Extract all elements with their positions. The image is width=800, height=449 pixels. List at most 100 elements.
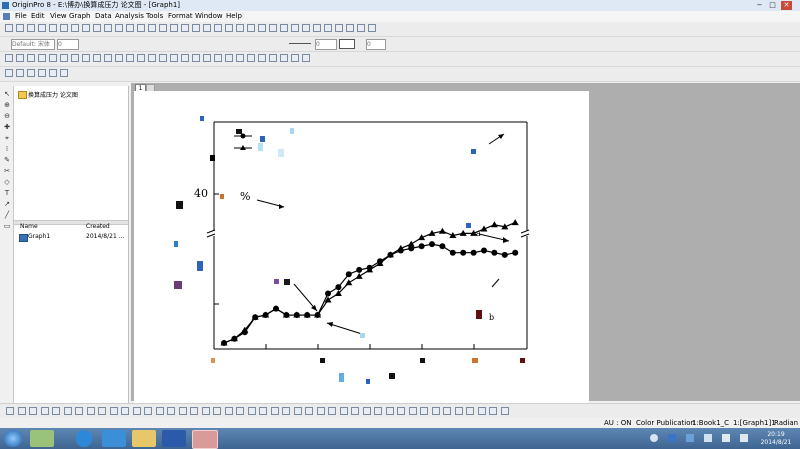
toolbar-button-icon[interactable] — [170, 54, 178, 62]
toolbar-button-icon[interactable] — [454, 407, 463, 415]
tray-icon[interactable] — [686, 434, 694, 442]
toolbar-button-icon[interactable] — [192, 24, 200, 32]
toolbar-button-icon[interactable] — [291, 54, 299, 62]
toolbar-button-icon[interactable] — [213, 407, 221, 415]
toolbar-button-icon[interactable] — [305, 407, 313, 415]
taskbar-clock-date[interactable]: 2014/8/21 — [756, 439, 796, 446]
toolbar-button-icon[interactable] — [93, 24, 101, 32]
toolbar-button-icon[interactable] — [82, 54, 90, 62]
toolbar-button-icon[interactable] — [192, 54, 200, 62]
start-button[interactable] — [4, 430, 22, 447]
toolbar-button-icon[interactable] — [167, 407, 175, 415]
toolbar-button-icon[interactable] — [126, 54, 134, 62]
toolbar-button-icon[interactable] — [155, 407, 164, 415]
zoom-out-icon[interactable]: ⊖ — [3, 112, 11, 120]
toolbar-button-icon[interactable] — [148, 24, 156, 32]
toolbar-button-icon[interactable] — [170, 24, 178, 32]
toolbar-button-icon[interactable] — [75, 407, 83, 415]
toolbar-button-icon[interactable] — [269, 24, 277, 32]
toolbar-button-icon[interactable] — [60, 24, 68, 32]
toolbar-button-icon[interactable] — [259, 407, 267, 415]
line-width-select[interactable]: 0 — [315, 39, 337, 50]
font-select[interactable]: Default: 宋体 — [11, 39, 55, 50]
data-reader-icon[interactable]: ⌖ — [3, 134, 11, 142]
toolbar-button-icon[interactable] — [5, 24, 13, 32]
toolbar-button-icon[interactable] — [38, 54, 46, 62]
toolbar-button-icon[interactable] — [203, 24, 211, 32]
toolbar-button-icon[interactable] — [115, 54, 123, 62]
toolbar-button-icon[interactable] — [71, 24, 79, 32]
toolbar-button-icon[interactable] — [27, 54, 35, 62]
toolbar-button-icon[interactable] — [60, 69, 68, 77]
pointer-icon[interactable]: ↖ — [3, 90, 11, 98]
menu-view[interactable]: View — [50, 11, 67, 22]
toolbar-button-icon[interactable] — [159, 54, 167, 62]
toolbar-button-icon[interactable] — [258, 24, 266, 32]
toolbar-button-icon[interactable] — [346, 24, 354, 32]
minimize-button[interactable]: − — [754, 1, 765, 10]
toolbar-button-icon[interactable] — [17, 407, 26, 415]
toolbar-button-icon[interactable] — [431, 407, 440, 415]
taskbar-app-icon[interactable] — [76, 430, 92, 447]
toolbar-button-icon[interactable] — [63, 407, 72, 415]
toolbar-button-icon[interactable] — [282, 407, 290, 415]
mask-points-icon[interactable]: ✂ — [3, 167, 11, 175]
toolbar-button-icon[interactable] — [203, 54, 211, 62]
toolbar-button-icon[interactable] — [121, 407, 129, 415]
toolbar-button-icon[interactable] — [247, 54, 255, 62]
fill-color-preview[interactable] — [339, 39, 355, 49]
symbol-size-select[interactable]: 0 — [366, 39, 386, 50]
menu-file[interactable]: File — [15, 11, 27, 22]
toolbar-button-icon[interactable] — [420, 407, 428, 415]
toolbar-button-icon[interactable] — [16, 69, 24, 77]
toolbar-button-icon[interactable] — [82, 24, 90, 32]
toolbar-button-icon[interactable] — [38, 24, 46, 32]
zoom-in-icon[interactable]: ⊕ — [3, 101, 11, 109]
toolbar-button-icon[interactable] — [335, 24, 343, 32]
region-icon[interactable]: ◇ — [3, 178, 11, 186]
arrow-tool-icon[interactable]: ↗ — [3, 200, 11, 208]
toolbar-button-icon[interactable] — [408, 407, 417, 415]
toolbar-button-icon[interactable] — [104, 54, 112, 62]
toolbar-button-icon[interactable] — [280, 24, 288, 32]
toolbar-button-icon[interactable] — [137, 24, 145, 32]
screen-reader-icon[interactable]: ✚ — [3, 123, 11, 131]
column-header-created[interactable]: Created — [86, 223, 110, 230]
toolbar-button-icon[interactable] — [40, 407, 49, 415]
toolbar-button-icon[interactable] — [466, 407, 474, 415]
menu-format[interactable]: Format — [168, 11, 193, 22]
toolbar-button-icon[interactable] — [291, 24, 299, 32]
volume-icon[interactable] — [740, 434, 748, 442]
line-tool-icon[interactable]: ╱ — [3, 211, 11, 219]
toolbar-button-icon[interactable] — [201, 407, 210, 415]
toolbar-button-icon[interactable] — [16, 24, 24, 32]
toolbar-button-icon[interactable] — [351, 407, 359, 415]
toolbar-button-icon[interactable] — [49, 69, 57, 77]
toolbar-button-icon[interactable] — [397, 407, 405, 415]
toolbar-button-icon[interactable] — [38, 69, 46, 77]
toolbar-button-icon[interactable] — [109, 407, 118, 415]
font-size-select[interactable]: 0 — [57, 39, 79, 50]
tray-icon[interactable] — [668, 434, 676, 442]
toolbar-button-icon[interactable] — [236, 407, 244, 415]
toolbar-button-icon[interactable] — [148, 54, 156, 62]
list-item-name[interactable]: Graph1 — [28, 233, 50, 240]
toolbar-button-icon[interactable] — [225, 24, 233, 32]
toolbar-button-icon[interactable] — [181, 24, 189, 32]
toolbar-button-icon[interactable] — [324, 24, 332, 32]
toolbar-button-icon[interactable] — [247, 407, 256, 415]
toolbar-button-icon[interactable] — [247, 24, 255, 32]
toolbar-button-icon[interactable] — [6, 407, 14, 415]
toolbar-button-icon[interactable] — [385, 407, 394, 415]
tray-icon[interactable] — [722, 434, 730, 442]
column-header-name[interactable]: Name — [20, 223, 38, 230]
menu-help[interactable]: Help — [226, 11, 242, 22]
toolbar-button-icon[interactable] — [60, 54, 68, 62]
toolbar-button-icon[interactable] — [214, 54, 222, 62]
toolbar-button-icon[interactable] — [339, 407, 348, 415]
toolbar-button-icon[interactable] — [126, 24, 134, 32]
toolbar-button-icon[interactable] — [27, 24, 35, 32]
toolbar-button-icon[interactable] — [280, 54, 288, 62]
toolbar-button-icon[interactable] — [104, 24, 112, 32]
toolbar-button-icon[interactable] — [293, 407, 302, 415]
